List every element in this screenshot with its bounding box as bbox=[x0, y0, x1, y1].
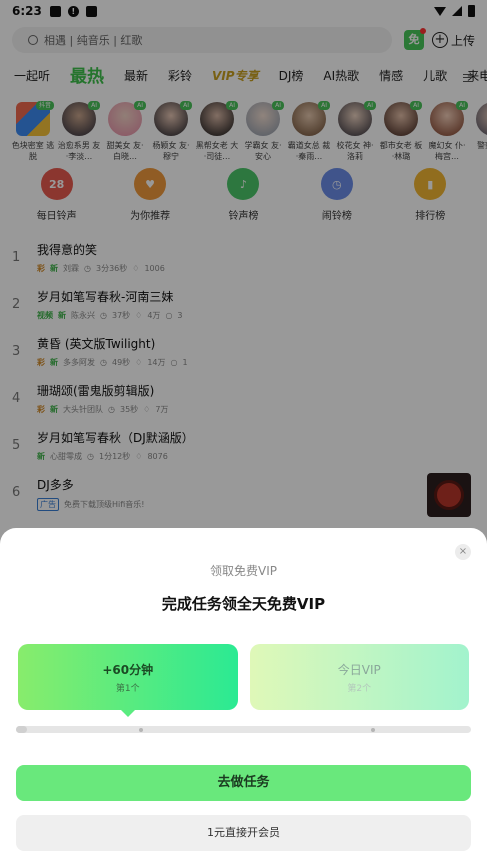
reward-sub: 第1个 bbox=[115, 683, 140, 694]
reward-cards: +60分钟 第1个 今日VIP 第2个 bbox=[0, 644, 487, 717]
vip-task-sheet: × 领取免费VIP 完成任务领全天免费VIP +60分钟 第1个 今日VIP 第… bbox=[0, 528, 487, 867]
sheet-subtitle: 领取免费VIP bbox=[210, 564, 277, 578]
reward-main: +60分钟 bbox=[102, 662, 154, 677]
reward-main: 今日VIP bbox=[337, 662, 381, 677]
open-vip-button[interactable]: 1元直接开会员 bbox=[16, 815, 471, 851]
app-screen: 6:23 ! 相遇 | 纯音乐 | 红歌 免 + 上传 一起听 最热 最新 彩铃… bbox=[0, 0, 487, 867]
sheet-title: 完成任务领全天免费VIP bbox=[161, 595, 326, 613]
close-icon[interactable]: × bbox=[455, 544, 471, 560]
reward-card-vip[interactable]: 今日VIP 第2个 bbox=[249, 644, 469, 710]
task-progress-bar bbox=[16, 726, 471, 733]
reward-sub: 第2个 bbox=[347, 683, 372, 694]
progress-fill bbox=[16, 726, 28, 733]
progress-node bbox=[139, 727, 143, 732]
reward-card-minutes[interactable]: +60分钟 第1个 bbox=[18, 644, 238, 717]
progress-node bbox=[371, 727, 375, 732]
do-task-button[interactable]: 去做任务 bbox=[16, 765, 471, 801]
